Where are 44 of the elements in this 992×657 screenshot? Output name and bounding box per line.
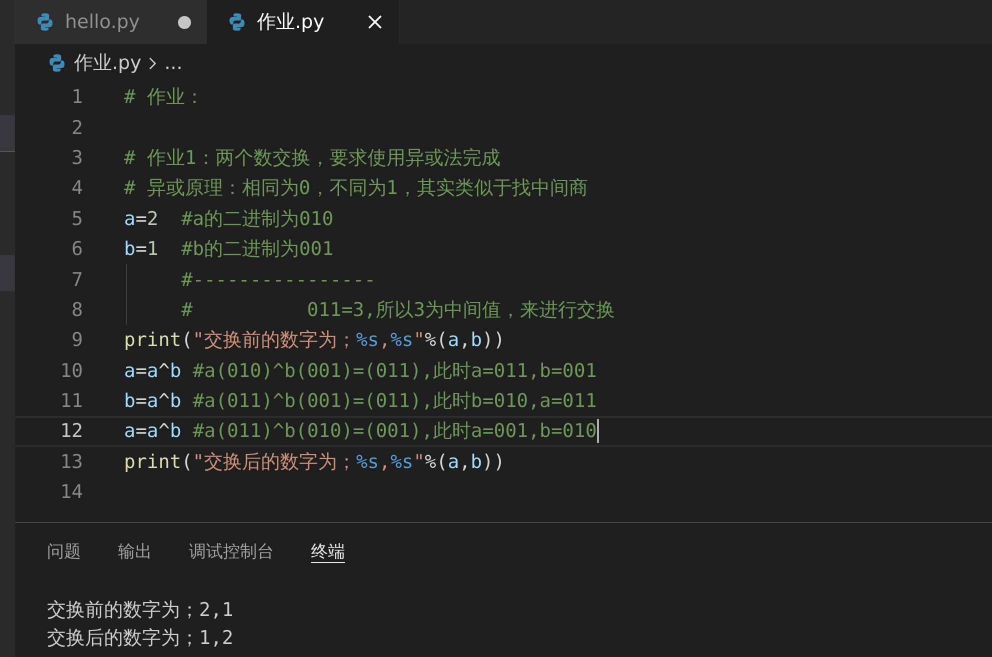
code-line: # 异或原理：相同为0，不同为1，其实类似于找中间商 bbox=[124, 176, 588, 202]
line-number: 5 bbox=[70, 208, 83, 230]
line-number: 4 bbox=[70, 177, 83, 200]
line-number: 13 bbox=[59, 450, 83, 473]
code-line: # 011=3,所以3为中间值，来进行交换 bbox=[180, 298, 616, 323]
code-line: b=1 #b的二进制为001 bbox=[124, 237, 334, 262]
panel-tab[interactable]: 输出 bbox=[118, 540, 152, 563]
text-cursor bbox=[596, 419, 599, 444]
line-number: 6 bbox=[70, 238, 83, 260]
code-line: print("交换后的数字为；%s,%s"%(a,b)) bbox=[124, 450, 505, 475]
panel-tab[interactable]: 终端 bbox=[311, 540, 345, 563]
line-number: 12 bbox=[59, 420, 83, 442]
terminal-output: 交换后的数字为；1,2 bbox=[47, 626, 234, 651]
code-line: a=a^b #a(011)^b(010)=(001),此时a=001,b=010 bbox=[124, 419, 597, 444]
code-line: a=2 #a的二进制为010 bbox=[124, 206, 334, 232]
activity-bar-item[interactable] bbox=[0, 115, 15, 152]
code-line: a=a^b #a(010)^b(001)=(011),此时a=011,b=001 bbox=[124, 358, 597, 384]
close-icon[interactable] bbox=[367, 14, 383, 30]
activity-bar-item[interactable] bbox=[0, 255, 15, 291]
line-number: 1 bbox=[70, 86, 83, 108]
panel-tab[interactable]: 调试控制台 bbox=[189, 540, 274, 563]
code-line: # 作业1：两个数交换，要求使用异或法完成 bbox=[124, 146, 500, 171]
line-number: 7 bbox=[70, 268, 83, 291]
editor-tab[interactable]: hello.py bbox=[15, 0, 207, 44]
terminal-output: 交换前的数字为；2,1 bbox=[47, 598, 234, 623]
code-line: # 作业： bbox=[124, 85, 204, 110]
line-number: 9 bbox=[70, 329, 83, 352]
line-number: 14 bbox=[59, 481, 83, 504]
breadcrumb-item[interactable]: ... bbox=[164, 52, 182, 74]
line-number: 10 bbox=[59, 360, 83, 382]
chevron-right-icon bbox=[148, 56, 158, 70]
line-number: 2 bbox=[70, 116, 83, 139]
python-file-icon bbox=[35, 12, 55, 32]
code-line: #---------------- bbox=[180, 268, 376, 291]
line-number: 11 bbox=[59, 390, 83, 412]
line-number: 3 bbox=[70, 146, 83, 169]
editor-tab[interactable]: 作业.py bbox=[207, 0, 399, 44]
line-number: 8 bbox=[70, 298, 83, 321]
code-line: b=a^b #a(011)^b(001)=(011),此时b=010,a=011 bbox=[124, 389, 597, 414]
python-file-icon bbox=[227, 12, 247, 32]
panel-tab[interactable]: 问题 bbox=[47, 540, 81, 563]
code-line: print("交换前的数字为；%s,%s"%(a,b)) bbox=[124, 328, 505, 354]
python-file-icon bbox=[47, 53, 67, 73]
breadcrumb-item[interactable]: 作业.py bbox=[74, 50, 142, 76]
